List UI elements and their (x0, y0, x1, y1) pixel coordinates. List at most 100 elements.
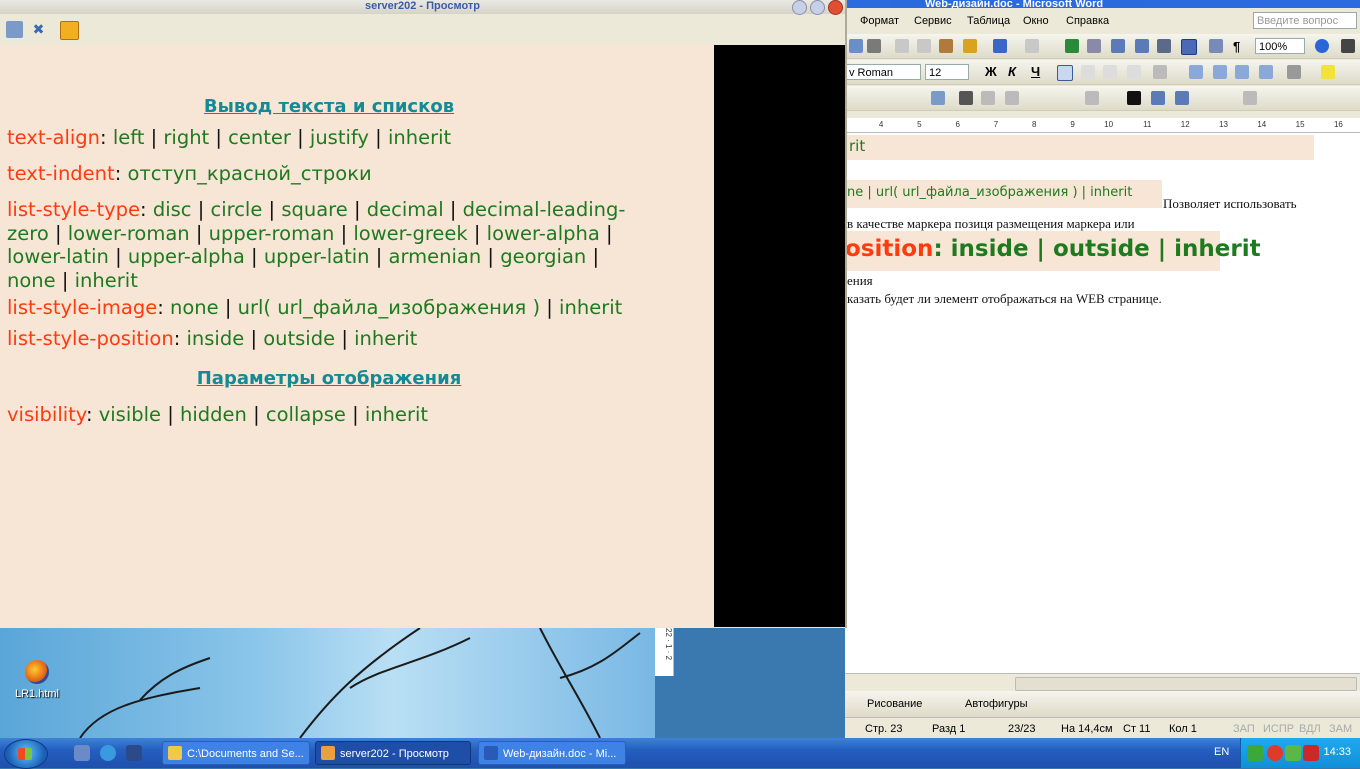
text-wrap-icon[interactable] (1175, 91, 1189, 105)
status-at: На 14,4см (1061, 723, 1113, 735)
reset-picture-icon[interactable] (1243, 91, 1257, 105)
drawing-icon[interactable] (1181, 39, 1197, 55)
ruler-tick: 11 (1143, 120, 1152, 129)
compress-icon[interactable] (1151, 91, 1165, 105)
line-spacing-icon[interactable] (1153, 65, 1167, 79)
section-heading-display: Параметры отображения (196, 368, 462, 389)
bold-button[interactable]: Ж (985, 64, 997, 79)
maximize-icon[interactable] (810, 0, 825, 15)
task-server202[interactable]: server202 - Просмотр (315, 741, 471, 765)
highlight-icon[interactable] (1321, 65, 1335, 79)
ruler-tick: 17 (1343, 118, 1360, 132)
increase-indent-icon[interactable] (1259, 65, 1273, 79)
align-center-icon[interactable] (1081, 65, 1095, 79)
color-icon[interactable] (959, 91, 973, 105)
insert-table-icon[interactable] (1111, 39, 1125, 53)
media-player-icon[interactable] (126, 745, 142, 761)
start-button[interactable] (4, 739, 48, 769)
task-word[interactable]: Web-дизайн.doc - Mi... (478, 741, 626, 765)
doc-values-position: : inside | outside | inherit (933, 236, 1261, 262)
italic-button[interactable]: К (1008, 64, 1016, 79)
system-tray: 14:33 (1240, 738, 1360, 768)
help-icon[interactable] (1315, 39, 1329, 53)
show-desktop-icon[interactable] (74, 745, 90, 761)
font-select[interactable]: v Roman (845, 64, 921, 80)
word-document-page[interactable]: rit ne | url( url_файла_изображения ) | … (845, 133, 1360, 673)
spelling-icon[interactable] (867, 39, 881, 53)
menu-format[interactable]: Формат (860, 15, 899, 27)
insert-picture-icon[interactable] (931, 91, 945, 105)
ie-icon[interactable] (100, 745, 116, 761)
line-style-icon[interactable] (1127, 91, 1141, 105)
document-map-icon[interactable] (1209, 39, 1223, 53)
underline-button[interactable]: Ч (1031, 64, 1040, 79)
menu-help[interactable]: Справка (1066, 15, 1109, 27)
doc-text-line: в качестве маркера позиця размещения мар… (847, 216, 1135, 231)
close-icon[interactable] (828, 0, 843, 15)
ruler-tick: 6 (955, 120, 960, 129)
text-align-line: text-align: left | right | center | just… (7, 126, 452, 149)
horizontal-scrollbar[interactable] (1015, 677, 1357, 691)
insert-excel-icon[interactable] (1135, 39, 1149, 53)
align-left-icon[interactable] (1057, 65, 1073, 81)
status-rec[interactable]: ЗАП (1233, 723, 1255, 735)
shield-icon[interactable] (1303, 745, 1319, 761)
values-text-align: left | right | center | justify | inheri… (112, 126, 452, 149)
minimize-icon[interactable] (792, 0, 807, 15)
ruler-tick: 12 (1180, 120, 1190, 129)
prop-list-style-type: list-style-type (7, 198, 141, 221)
align-right-icon[interactable] (1103, 65, 1117, 79)
values-visibility: visible | hidden | collapse | inherit (98, 403, 429, 426)
desktop-icon-lr1[interactable]: LR1.html (12, 660, 62, 700)
word-window: Web-дизайн.doc - Microsoft Word Формат С… (845, 0, 1360, 739)
columns-icon[interactable] (1157, 39, 1171, 53)
status-ovr[interactable]: ЗАМ (1329, 723, 1352, 735)
crop-icon[interactable] (1085, 91, 1099, 105)
zoom-select[interactable]: 100% (1255, 38, 1305, 54)
hyperlink-icon[interactable] (1065, 39, 1079, 53)
justify-icon[interactable] (1127, 65, 1141, 79)
tables-borders-icon[interactable] (1087, 39, 1101, 53)
prop-text-align: text-align (7, 126, 101, 149)
autoshapes-menu[interactable]: Автофигуры (965, 698, 1028, 710)
text-indent-line: text-indent: отступ_красной_строки (7, 162, 372, 185)
status-ext[interactable]: ВДЛ (1299, 723, 1321, 735)
redo-icon[interactable] (1025, 39, 1039, 53)
undo-icon[interactable] (993, 39, 1007, 53)
menu-window[interactable]: Окно (1023, 15, 1049, 27)
word-icon (484, 746, 498, 760)
font-size-select[interactable]: 12 (925, 64, 969, 80)
show-formatting-icon[interactable]: ¶ (1233, 39, 1247, 54)
format-painter-icon[interactable] (963, 39, 977, 53)
ruler-tick: 8 (1032, 120, 1037, 129)
borders-icon[interactable] (1287, 65, 1301, 79)
volume-icon[interactable] (1285, 745, 1301, 761)
bullets-icon[interactable] (1213, 65, 1227, 79)
less-contrast-icon[interactable] (1005, 91, 1019, 105)
ruler-tick: 7 (993, 120, 999, 129)
network-icon[interactable] (1247, 745, 1263, 761)
more-contrast-icon[interactable] (981, 91, 995, 105)
section-heading-text-lists: Вывод текста и списков (203, 96, 455, 117)
numbering-icon[interactable] (1189, 65, 1203, 79)
status-trk[interactable]: ИСПР (1263, 723, 1294, 735)
read-icon[interactable] (1341, 39, 1355, 53)
word-title: Web-дизайн.doc - Microsoft Word (845, 0, 1360, 8)
preview-side-pane (714, 45, 845, 627)
exit-icon[interactable] (60, 21, 79, 40)
security-icon[interactable] (1267, 745, 1283, 761)
paste-icon[interactable] (939, 39, 953, 53)
decrease-indent-icon[interactable] (1235, 65, 1249, 79)
preview-icon[interactable] (849, 39, 863, 53)
copy-icon[interactable] (917, 39, 931, 53)
menu-service[interactable]: Сервис (914, 15, 952, 27)
ask-question-input[interactable]: Введите вопрос (1253, 12, 1357, 29)
menu-table[interactable]: Таблица (967, 15, 1010, 27)
ruler-tick: 4 (878, 120, 884, 129)
copy-window-icon[interactable] (6, 21, 23, 38)
tools-icon[interactable]: ✖ (30, 21, 47, 38)
drawing-menu[interactable]: Рисование (867, 698, 922, 710)
task-explorer[interactable]: C:\Documents and Se... (162, 741, 310, 765)
language-indicator[interactable]: EN (1214, 746, 1229, 758)
cut-icon[interactable] (895, 39, 909, 53)
